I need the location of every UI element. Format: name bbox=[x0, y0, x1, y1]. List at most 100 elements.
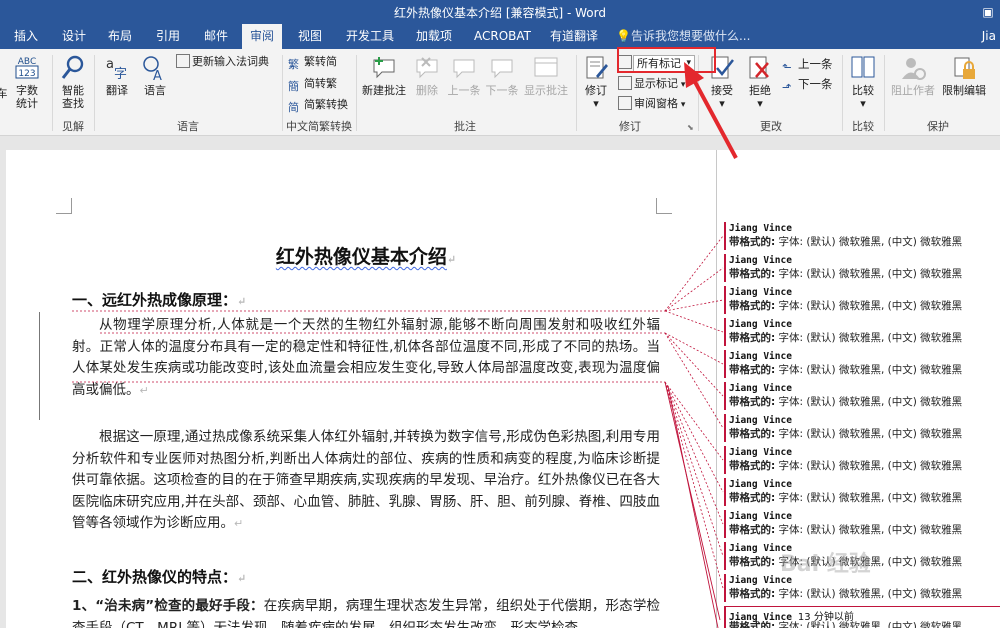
ribbon-display-button[interactable]: ▣ bbox=[974, 0, 1000, 24]
delete-comment-icon bbox=[416, 57, 438, 79]
restrict-editing-button[interactable]: 限制编辑 bbox=[940, 51, 988, 115]
group-separator bbox=[94, 55, 95, 131]
track-changes-label: 修订 ▾ bbox=[585, 84, 607, 110]
translate-icon: a 字 bbox=[106, 57, 127, 82]
restrict-editing-label: 限制编辑 bbox=[942, 84, 986, 97]
tab-youdao[interactable]: 有道翻译 bbox=[542, 24, 606, 49]
change-bar bbox=[39, 312, 40, 420]
tab-references[interactable]: 引用 bbox=[148, 24, 188, 49]
next-comment-button[interactable]: 下一条 bbox=[484, 51, 520, 115]
comment-balloon[interactable]: Jiang Vince 带格式的: 字体: (默认) 微软雅黑, (中文) 微软雅… bbox=[724, 510, 1000, 538]
comment-balloon[interactable]: Jiang Vince 带格式的: 字体: (默认) 微软雅黑, (中文) 微软雅… bbox=[724, 446, 1000, 474]
comment-balloon[interactable]: Jiang Vince 带格式的: 字体: (默认) 微软雅黑, (中文) 微软雅… bbox=[724, 222, 1000, 250]
prev-comment-button[interactable]: 上一条 bbox=[446, 51, 482, 115]
update-ime-dictionary-button[interactable]: 更新输入法词典 bbox=[176, 53, 269, 71]
smart-lookup-label: 智能 查找 bbox=[62, 84, 84, 110]
group-separator bbox=[884, 55, 885, 131]
translate-button[interactable]: a 字 翻译 bbox=[100, 51, 134, 115]
compare-button[interactable]: 比较 ▾ bbox=[846, 51, 880, 115]
show-markup-icon bbox=[618, 76, 632, 90]
trad-to-simp-button[interactable]: 繁繁转简 bbox=[288, 53, 337, 71]
block-authors-button[interactable]: 阻止作者 bbox=[888, 51, 938, 115]
tab-addins[interactable]: 加载项 bbox=[408, 24, 460, 49]
ribbon-tabs: 插入 设计 布局 引用 邮件 审阅 视图 开发工具 加载项 ACROBAT 有道… bbox=[0, 24, 1000, 49]
comment-balloon[interactable]: Jiang Vince 带格式的: 字体: (默认) 微软雅黑, (中文) 微软雅… bbox=[724, 414, 1000, 442]
delete-comment-label: 删除 bbox=[416, 84, 438, 97]
comment-balloon[interactable]: Jiang Vince 带格式的: 字体: (默认) 微软雅黑, (中文) 微软雅… bbox=[724, 478, 1000, 506]
tracking-group-label: 修订 bbox=[619, 120, 641, 133]
tell-me-text: 告诉我您想要做什么... bbox=[630, 29, 751, 43]
paragraph-2: 根据这一原理,通过热成像系统采集人体红外辐射,并转换为数字信号,形成伪色彩热图,… bbox=[72, 429, 660, 531]
paragraph-1: 从物理学原理分析,人体就是一个天然的生物红外辐射源,能够不断向周围发射和吸收红外… bbox=[72, 317, 660, 398]
heading-1: 一、远红外热成像原理：↵ bbox=[72, 291, 247, 309]
group-separator bbox=[282, 55, 283, 131]
next-change-button[interactable]: ⬏ 下一条 bbox=[782, 75, 833, 94]
group-separator bbox=[576, 55, 577, 131]
show-comments-label: 显示批注 bbox=[524, 84, 568, 97]
reject-icon bbox=[749, 56, 769, 79]
paragraph-3: 1、“治未病”检查的最好手段：在疾病早期，病理生理状态发生异常，组织处于代偿期，… bbox=[72, 598, 661, 628]
new-comment-button[interactable]: 新建批注 bbox=[360, 51, 408, 115]
crop-mark bbox=[56, 198, 72, 214]
protect-group-label: 保护 bbox=[927, 120, 949, 133]
svg-text:字: 字 bbox=[114, 67, 127, 82]
new-comment-label: 新建批注 bbox=[362, 84, 406, 97]
smart-lookup-button[interactable]: 智能 查找 bbox=[56, 51, 90, 115]
group-separator bbox=[842, 55, 843, 131]
next-change-icon: ⬏ bbox=[782, 80, 792, 94]
tab-mailings[interactable]: 邮件 bbox=[196, 24, 236, 49]
comments-group-label: 批注 bbox=[454, 120, 476, 133]
tab-insert[interactable]: 插入 bbox=[6, 24, 46, 49]
prev-change-button[interactable]: ⬑ 上一条 bbox=[782, 55, 833, 74]
insights-group-label: 见解 bbox=[62, 120, 84, 133]
group-separator bbox=[52, 55, 53, 131]
track-changes-icon bbox=[586, 56, 608, 79]
tab-layout[interactable]: 布局 bbox=[100, 24, 140, 49]
compare-group-label: 比较 bbox=[852, 120, 874, 133]
dictionary-icon bbox=[176, 54, 190, 68]
prev-comment-icon bbox=[453, 59, 475, 79]
block-authors-label: 阻止作者 bbox=[891, 84, 935, 97]
comment-balloon[interactable]: Jiang Vince 带格式的: 字体: (默认) 微软雅黑, (中文) 微软雅… bbox=[724, 318, 1000, 346]
dialog-launcher-icon[interactable]: ⬊ bbox=[687, 119, 694, 137]
word-count-label: 字数 统计 bbox=[16, 84, 38, 110]
comment-balloon[interactable]: Jiang Vince 带格式的: 字体: (默认) 微软雅黑, (中文) 微软雅… bbox=[724, 350, 1000, 378]
word-count-button[interactable]: ABC 123 字数 统计 bbox=[8, 51, 46, 115]
tab-design[interactable]: 设计 bbox=[54, 24, 94, 49]
watermark: Bai 经验 bbox=[780, 552, 871, 577]
comment-balloon[interactable]: Jiang Vince 带格式的: 字体: (默认) 微软雅黑, (中文) 微软雅… bbox=[724, 286, 1000, 314]
simp-trad-convert-button[interactable]: 简简繁转换 bbox=[288, 96, 348, 114]
convert-icon: 简 bbox=[288, 101, 299, 114]
tab-acrobat[interactable]: ACROBAT bbox=[466, 24, 539, 49]
crop-mark bbox=[656, 198, 672, 214]
simp-trad-icon: 簡 bbox=[288, 80, 299, 93]
comment-balloon[interactable]: Jiang Vince 带格式的: 字体: (默认) 微软雅黑, (中文) 微软雅… bbox=[724, 254, 1000, 282]
title-bar: 红外热像仪基本介绍 [兼容模式] - Word ▣ bbox=[0, 0, 1000, 24]
reject-button[interactable]: 拒绝 ▾ bbox=[744, 51, 776, 115]
language-label: 语言 bbox=[144, 84, 166, 97]
review-pane-button[interactable]: 审阅窗格 ▾ bbox=[618, 95, 685, 113]
next-comment-icon bbox=[491, 59, 513, 79]
tab-developer[interactable]: 开发工具 bbox=[338, 24, 402, 49]
comment-balloon-selected[interactable]: Jiang Vince 13 分钟以前 带格式的: 字体: (默认) 微软雅黑, (… bbox=[724, 606, 1000, 628]
document-page[interactable]: 红外热像仪基本介绍↵ 一、远红外热成像原理：↵ 从物理学原理分析,人体就是一个天… bbox=[6, 150, 716, 628]
word-count-icon: ABC 123 bbox=[15, 57, 39, 79]
language-group-label: 语言 bbox=[177, 120, 199, 133]
comment-balloon[interactable]: Jiang Vince 带格式的: 字体: (默认) 微软雅黑, (中文) 微软雅… bbox=[724, 382, 1000, 410]
show-markup-button[interactable]: 显示标记 ▾ bbox=[618, 75, 685, 93]
tab-view[interactable]: 视图 bbox=[290, 24, 330, 49]
show-comments-button[interactable]: 显示批注 bbox=[522, 51, 570, 115]
delete-comment-button[interactable]: 删除 bbox=[410, 51, 444, 115]
track-changes-button[interactable]: 修订 ▾ bbox=[580, 51, 612, 115]
block-authors-icon bbox=[902, 58, 926, 80]
compare-icon bbox=[851, 56, 875, 78]
language-button[interactable]: A 语言 bbox=[138, 51, 172, 115]
prev-change-icon: ⬑ bbox=[782, 60, 792, 74]
heading-2: 二、红外热像仪的特点：↵ bbox=[72, 568, 247, 586]
accept-label: 接受 ▾ bbox=[711, 84, 733, 110]
tell-me-box[interactable]: 💡告诉我您想要做什么... bbox=[616, 24, 750, 49]
tab-review[interactable]: 审阅 bbox=[242, 24, 283, 49]
account-name[interactable]: Jia bbox=[982, 24, 996, 49]
chevron-down-icon: ▾ bbox=[678, 100, 686, 110]
simp-to-trad-button[interactable]: 簡简转繁 bbox=[288, 75, 337, 93]
